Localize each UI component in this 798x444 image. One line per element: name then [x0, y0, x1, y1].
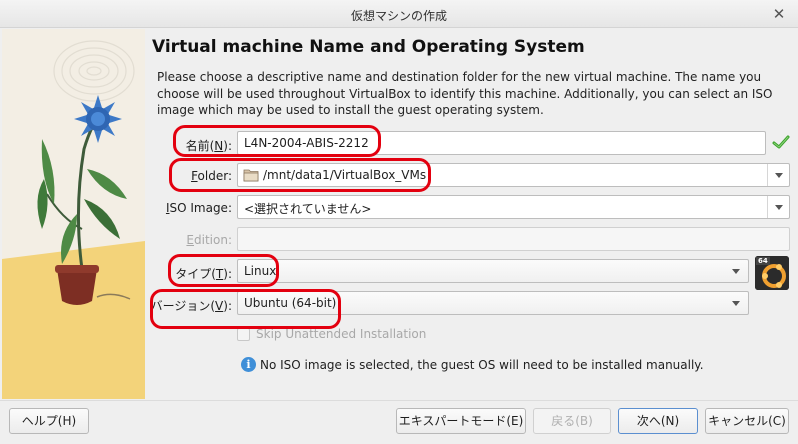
- close-icon[interactable]: ✕: [770, 5, 788, 23]
- chevron-down-icon[interactable]: [767, 196, 789, 218]
- wizard-illustration: [2, 29, 145, 399]
- title-bar: 仮想マシンの作成 ✕: [0, 0, 798, 28]
- page-heading: Virtual machine Name and Operating Syste…: [152, 37, 585, 57]
- page-description: Please choose a descriptive name and des…: [157, 70, 773, 117]
- info-icon: i: [241, 357, 256, 372]
- help-button[interactable]: ヘルプ(H): [9, 408, 89, 434]
- highlight-name: [173, 125, 381, 157]
- window-title: 仮想マシンの作成: [350, 9, 447, 23]
- checkbox-box[interactable]: [237, 328, 250, 341]
- highlight-version: [150, 289, 341, 329]
- ubuntu-os-icon: 64: [755, 256, 789, 290]
- iso-image-value: <選択されていません>: [244, 202, 372, 216]
- chevron-down-icon[interactable]: [732, 269, 740, 274]
- expert-mode-button[interactable]: エキスパートモード(E): [396, 408, 526, 434]
- type-combobox[interactable]: Linux: [237, 259, 749, 283]
- next-button[interactable]: 次へ(N): [618, 408, 698, 434]
- iso-image-label: ISO Image:: [165, 201, 232, 215]
- back-button[interactable]: 戻る(B): [533, 408, 611, 434]
- os-64bit-badge: 64: [756, 257, 770, 265]
- edition-label: Edition:: [186, 233, 232, 247]
- info-text: No ISO image is selected, the guest OS w…: [260, 358, 704, 372]
- skip-unattended-label: Skip Unattended Installation: [256, 327, 427, 341]
- chevron-down-icon[interactable]: [732, 301, 740, 306]
- cancel-button[interactable]: キャンセル(C): [705, 408, 789, 434]
- iso-image-select[interactable]: <選択されていません>: [237, 195, 790, 219]
- plant-illustration: [2, 29, 145, 399]
- edition-select[interactable]: [237, 227, 790, 251]
- highlight-type: [168, 254, 279, 287]
- check-icon: [772, 135, 790, 149]
- chevron-down-icon[interactable]: [767, 164, 789, 186]
- create-vm-dialog: 仮想マシンの作成 ✕ Virtual machine Name and Oper…: [0, 0, 798, 444]
- highlight-folder: [169, 158, 431, 192]
